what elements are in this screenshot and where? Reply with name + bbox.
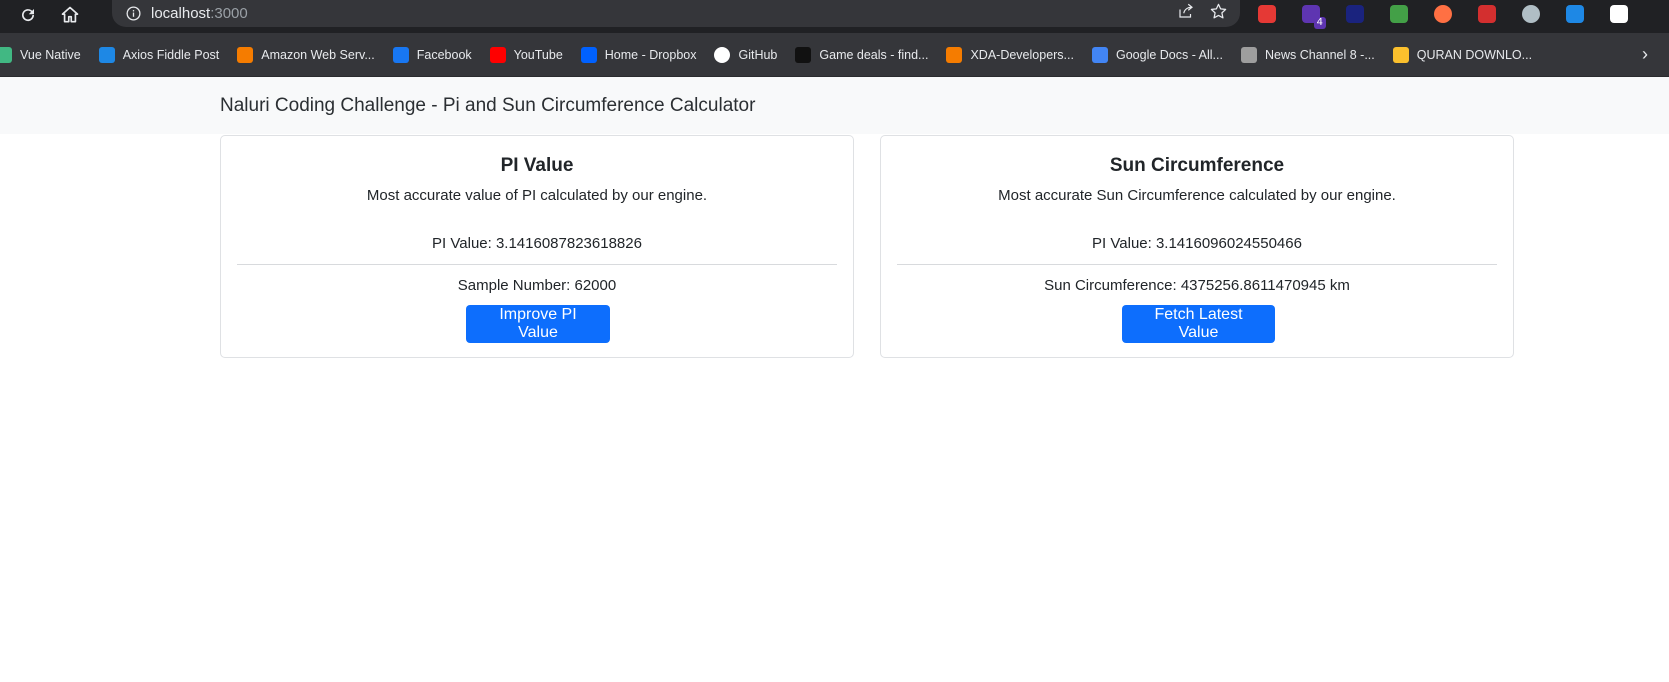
divider: [237, 264, 837, 265]
red-box-extension-icon[interactable]: [1478, 4, 1496, 23]
bookmark-item[interactable]: Facebook: [392, 46, 472, 63]
bookmark-item[interactable]: Axios Fiddle Post: [98, 46, 220, 63]
bookmark-label: Vue Native: [20, 47, 81, 62]
bookmark-label: QURAN DOWNLO...: [1416, 47, 1533, 62]
url-port: :3000: [210, 5, 248, 22]
navbar-brand[interactable]: Naluri Coding Challenge - Pi and Sun Cir…: [220, 95, 755, 117]
bookmark-label: Game deals - find...: [819, 47, 929, 62]
pi-value-card: PI Value Most accurate value of PI calcu…: [220, 135, 854, 358]
bookmark-item[interactable]: Game deals - find...: [795, 46, 929, 63]
bookmark-label: Google Docs - All...: [1115, 47, 1223, 62]
share-icon[interactable]: [1177, 2, 1195, 25]
bookmark-item[interactable]: Home - Dropbox: [580, 46, 697, 63]
aws-icon: [237, 46, 254, 63]
purple-extension-icon[interactable]: 4: [1302, 4, 1326, 29]
dark-blue-extension-icon[interactable]: [1346, 4, 1364, 23]
bookmark-item[interactable]: GitHub: [714, 46, 778, 63]
xda-icon: [946, 46, 963, 63]
card-title: Sun Circumference: [1109, 155, 1285, 176]
fetch-latest-value-button[interactable]: Fetch Latest Value: [1122, 305, 1275, 343]
card-description: Most accurate Sun Circumference calculat…: [998, 187, 1396, 204]
bookmark-star-icon[interactable]: [1209, 2, 1228, 26]
puzzle-extension-icon[interactable]: [1610, 4, 1628, 23]
bookmark-label: Home - Dropbox: [604, 47, 697, 62]
gray-circle-extension-icon[interactable]: [1522, 4, 1540, 23]
pi-value-text: PI Value: 3.1416087823618826: [432, 235, 642, 252]
news-icon: [1240, 46, 1257, 63]
extensions-toolbar: 4: [1258, 0, 1669, 29]
browser-toolbar: localhost:3000 4: [0, 0, 1669, 33]
capsule-extension-icon[interactable]: [1434, 4, 1452, 23]
bookmark-item[interactable]: Google Docs - All...: [1091, 46, 1223, 63]
reload-icon: [22, 9, 35, 22]
bookmark-item[interactable]: YouTube: [489, 46, 563, 63]
app-navbar: Naluri Coding Challenge - Pi and Sun Cir…: [0, 77, 1669, 134]
dropbox-icon: [580, 46, 597, 63]
shield-extension-icon[interactable]: [1566, 4, 1584, 23]
reload-button[interactable]: [14, 2, 42, 28]
site-info-icon[interactable]: [126, 6, 141, 21]
bookmark-item[interactable]: Vue Native: [0, 46, 81, 63]
colorful-extension-icon[interactable]: [1390, 4, 1408, 23]
cloud-icon: [98, 46, 115, 63]
docs-icon: [1091, 46, 1108, 63]
bookmark-item[interactable]: Amazon Web Serv...: [237, 46, 375, 63]
url-host: localhost: [151, 5, 211, 22]
home-icon: [61, 6, 79, 23]
home-button[interactable]: [56, 2, 84, 28]
bookmark-label: XDA-Developers...: [970, 47, 1074, 62]
github-icon: [714, 46, 731, 63]
bookmark-label: Amazon Web Serv...: [261, 47, 375, 62]
bookmark-label: GitHub: [738, 47, 778, 62]
bookmark-item[interactable]: QURAN DOWNLO...: [1392, 46, 1533, 63]
bookmarks-bar: Vue Native Axios Fiddle Post Amazon Web Se…: [0, 33, 1669, 77]
youtube-icon: [489, 46, 506, 63]
bookmark-item[interactable]: XDA-Developers...: [946, 46, 1074, 63]
vue-icon: [0, 46, 12, 63]
pi-value-text: PI Value: 3.1416096024550466: [1092, 235, 1302, 252]
quran-icon: [1392, 46, 1409, 63]
bookmarks-overflow-button[interactable]: ›: [1621, 33, 1669, 76]
adblock-icon[interactable]: [1258, 4, 1276, 23]
sample-number-text: Sample Number: 62000: [457, 277, 617, 294]
card-description: Most accurate value of PI calculated by …: [366, 187, 708, 204]
bookmark-label: YouTube: [513, 47, 563, 62]
facebook-icon: [392, 46, 409, 63]
sun-circumference-card: Sun Circumference Most accurate Sun Circ…: [880, 135, 1514, 358]
bookmark-label: News Channel 8 -...: [1264, 47, 1375, 62]
improve-pi-button[interactable]: Improve PI Value: [466, 305, 610, 343]
url-text: localhost:3000: [151, 5, 248, 22]
card-title: PI Value: [500, 155, 574, 176]
gg-icon: [795, 46, 812, 63]
extension-badge: 4: [1313, 16, 1326, 29]
bookmark-item[interactable]: News Channel 8 -...: [1240, 46, 1375, 63]
address-bar[interactable]: localhost:3000: [112, 0, 1240, 27]
divider: [897, 264, 1497, 265]
sun-circumference-text: Sun Circumference: 4375256.8611470945 km: [1044, 277, 1350, 294]
chevron-right-icon: ›: [1642, 44, 1648, 64]
bookmark-label: Facebook: [416, 47, 472, 62]
cards-row: PI Value Most accurate value of PI calcu…: [0, 134, 1669, 434]
bookmark-label: Axios Fiddle Post: [122, 47, 220, 62]
